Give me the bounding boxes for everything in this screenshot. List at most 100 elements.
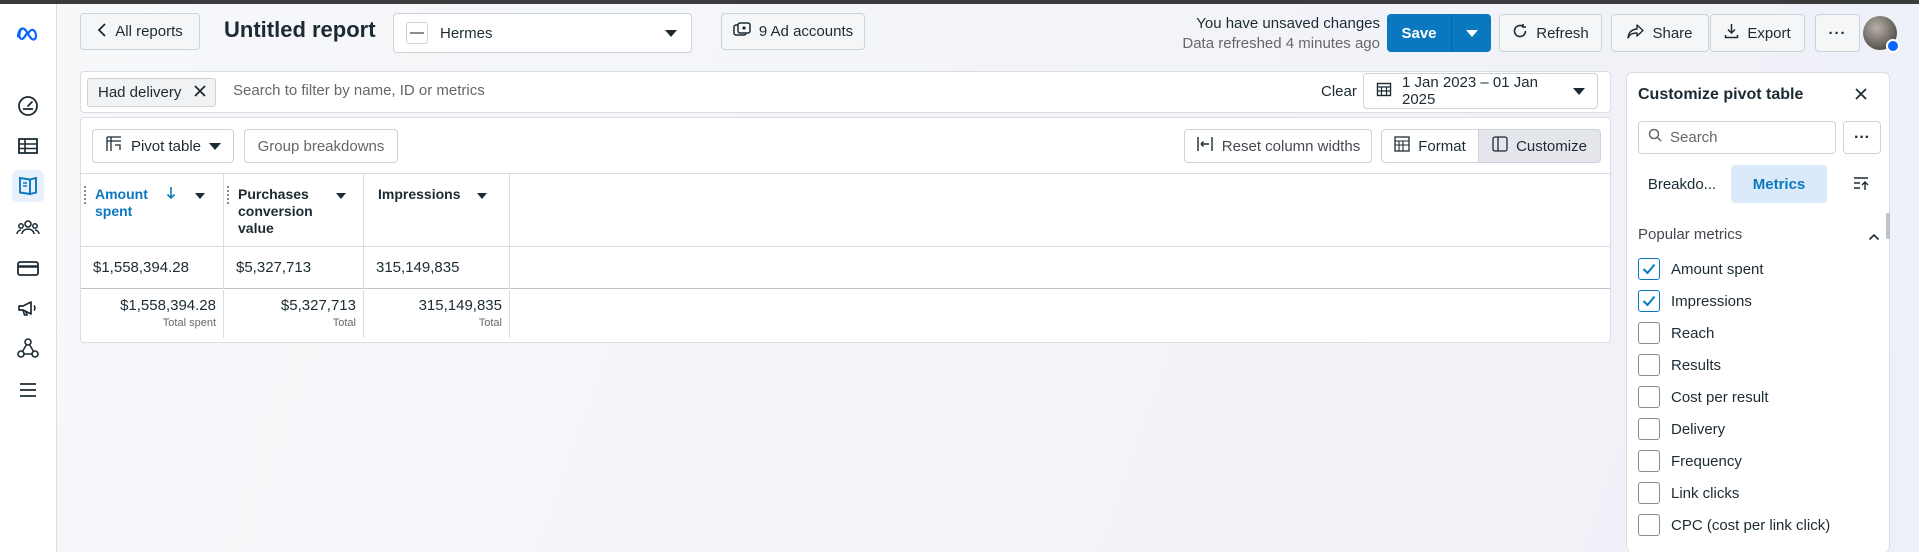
drag-handle-icon[interactable]: [84, 186, 86, 204]
metric-checkbox[interactable]: [1638, 514, 1660, 536]
tab-breakdowns[interactable]: Breakdo...: [1638, 165, 1726, 203]
billing-card-icon[interactable]: [12, 252, 44, 284]
chevron-down-icon: [1573, 87, 1585, 95]
sort-order-icon[interactable]: [1853, 176, 1871, 197]
meta-logo-icon[interactable]: [12, 18, 44, 50]
left-navigation: [0, 4, 57, 552]
refresh-label: Refresh: [1536, 24, 1589, 42]
more-options-button[interactable]: ···: [1815, 14, 1860, 52]
filter-bar: Had delivery Clear 1 Jan 2023 – 01 Jan 2…: [80, 71, 1611, 113]
report-title[interactable]: Untitled report: [224, 17, 376, 43]
column-menu-button[interactable]: [472, 187, 492, 205]
metric-label[interactable]: Results: [1671, 357, 1721, 374]
date-range-picker[interactable]: 1 Jan 2023 – 01 Jan 2025: [1363, 73, 1598, 109]
metric-label[interactable]: Link clicks: [1671, 485, 1739, 502]
metric-checkbox[interactable]: [1638, 354, 1660, 376]
metric-checkbox[interactable]: [1638, 482, 1660, 504]
all-reports-button[interactable]: All reports: [80, 13, 200, 50]
close-icon[interactable]: [1853, 86, 1869, 107]
metric-label[interactable]: Reach: [1671, 325, 1714, 342]
reset-column-widths-label: Reset column widths: [1221, 137, 1361, 155]
audience-icon[interactable]: [12, 212, 44, 244]
save-split-button: Save: [1387, 14, 1491, 52]
metric-checkbox[interactable]: [1638, 258, 1660, 280]
column-menu-button[interactable]: [190, 187, 210, 205]
metric-checkbox[interactable]: [1638, 322, 1660, 344]
metric-label[interactable]: Frequency: [1671, 453, 1742, 470]
metric-label[interactable]: CPC (cost per link click): [1671, 517, 1830, 534]
column-menu-button[interactable]: [331, 187, 351, 205]
save-options-button[interactable]: [1452, 14, 1491, 52]
panel-title: Customize pivot table: [1638, 86, 1804, 103]
account-selector[interactable]: Hermes: [393, 13, 692, 53]
pivot-table-icon: [105, 135, 123, 157]
total-label: Total: [478, 317, 502, 329]
share-button[interactable]: Share: [1611, 14, 1709, 52]
more-horizontal-icon: ···: [1854, 128, 1870, 146]
chevron-down-icon: [336, 193, 346, 199]
chevron-up-icon[interactable]: [1868, 229, 1880, 247]
format-label: Format: [1418, 137, 1466, 155]
column-header-purchases-conversion-value[interactable]: Purchases conversion value: [224, 174, 364, 246]
filter-search-input[interactable]: [233, 82, 1233, 99]
view-toggle: Format Customize: [1381, 129, 1601, 163]
total-label: Total: [332, 317, 356, 329]
panel-more-button[interactable]: ···: [1843, 121, 1881, 154]
sort-descending-icon: [166, 186, 176, 204]
group-breakdowns-button[interactable]: Group breakdowns: [244, 129, 398, 163]
metric-checkbox[interactable]: [1638, 290, 1660, 312]
drag-handle-icon[interactable]: [227, 186, 229, 204]
data-refreshed-text: Data refreshed 4 minutes ago: [1182, 35, 1380, 52]
panel-scrollbar[interactable]: [1886, 213, 1890, 239]
report-panel: Pivot table Group breakdowns Reset colum…: [80, 117, 1611, 343]
export-button[interactable]: Export: [1710, 14, 1805, 52]
customize-button[interactable]: Customize: [1479, 130, 1600, 162]
calendar-icon: [1376, 81, 1392, 102]
megaphone-icon[interactable]: [12, 292, 44, 324]
reset-column-widths-button[interactable]: Reset column widths: [1184, 129, 1372, 163]
metric-label[interactable]: Amount spent: [1671, 261, 1764, 278]
metric-checkbox[interactable]: [1638, 418, 1660, 440]
customize-panel-icon: [1492, 136, 1508, 156]
column-header-impressions[interactable]: Impressions: [364, 174, 510, 246]
total-label: Total spent: [162, 317, 216, 329]
metric-label[interactable]: Delivery: [1671, 421, 1725, 438]
metric-label[interactable]: Impressions: [1671, 293, 1752, 310]
metric-checkbox[interactable]: [1638, 450, 1660, 472]
metric-checkbox[interactable]: [1638, 386, 1660, 408]
close-icon[interactable]: [193, 84, 207, 102]
menu-icon[interactable]: [12, 374, 44, 406]
refresh-button[interactable]: Refresh: [1499, 14, 1602, 52]
total-cell-amount-spent: $1,558,394.28 Total spent: [81, 290, 224, 338]
checkmark-icon: [1642, 263, 1656, 275]
table-cell: $1,558,394.28: [81, 247, 224, 289]
table-icon[interactable]: [12, 130, 44, 162]
total-value: $1,558,394.28: [120, 297, 216, 314]
table-cell: 315,149,835: [364, 247, 510, 289]
events-icon[interactable]: [12, 332, 44, 364]
share-label: Share: [1652, 24, 1693, 42]
avatar[interactable]: [1863, 16, 1900, 53]
facebook-badge-icon: [1886, 39, 1900, 53]
refresh-icon: [1512, 23, 1528, 43]
metric-label[interactable]: Cost per result: [1671, 389, 1769, 406]
reports-icon[interactable]: [12, 170, 44, 202]
ad-accounts-button[interactable]: 9 Ad accounts: [721, 13, 865, 50]
metrics-search-field[interactable]: [1638, 121, 1836, 154]
format-button[interactable]: Format: [1382, 130, 1479, 162]
save-button[interactable]: Save: [1387, 14, 1452, 52]
checkmark-icon: [1642, 295, 1656, 307]
table-cell: $5,327,713: [224, 247, 364, 289]
gauge-icon[interactable]: [12, 90, 44, 122]
metrics-search-input[interactable]: [1670, 129, 1820, 146]
ad-accounts-label: 9 Ad accounts: [758, 23, 854, 40]
column-header-amount-spent[interactable]: Amount spent: [81, 174, 224, 246]
clear-filters-button[interactable]: Clear: [1321, 83, 1357, 100]
ad-accounts-icon: [733, 21, 751, 42]
window-top-edge: [0, 0, 1919, 4]
tab-metrics[interactable]: Metrics: [1731, 165, 1827, 203]
section-title-popular-metrics: Popular metrics: [1638, 226, 1743, 243]
filter-chip-had-delivery[interactable]: Had delivery: [87, 78, 217, 107]
total-value: 315,149,835: [418, 297, 502, 314]
pivot-table-dropdown[interactable]: Pivot table: [92, 129, 234, 163]
